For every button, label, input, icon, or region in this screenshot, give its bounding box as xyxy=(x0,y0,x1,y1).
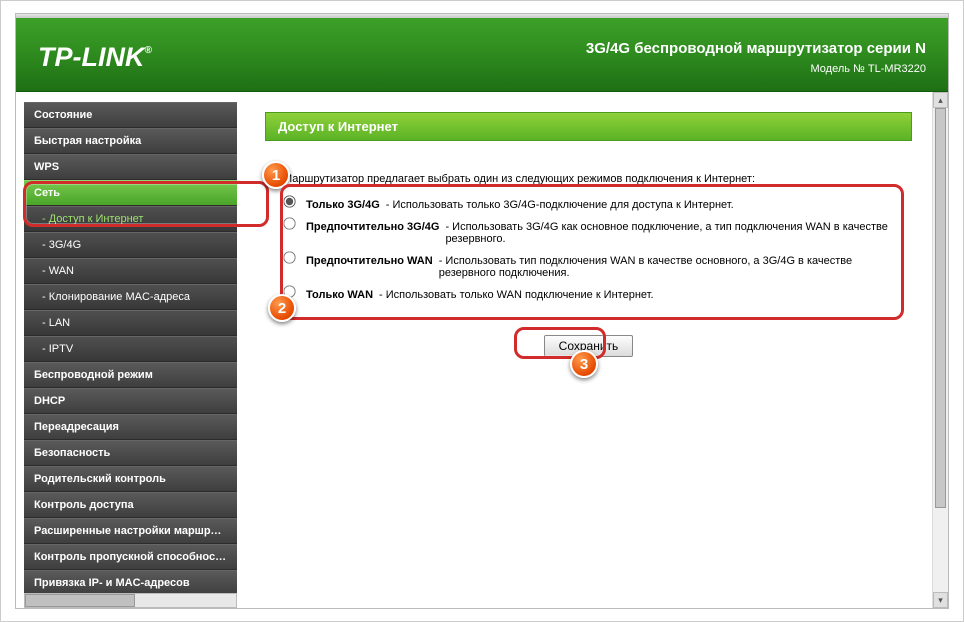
sidebar-item-7[interactable]: - Клонирование MAC-адреса xyxy=(24,284,237,310)
router-admin-window: TP-LINK® 3G/4G беспроводной маршрутизато… xyxy=(15,13,949,609)
content-wrap: Доступ к Интернет Маршрутизатор предлага… xyxy=(241,92,948,608)
options-box: Маршрутизатор предлагает выбрать один из… xyxy=(265,165,912,317)
sidebar-item-11[interactable]: DHCP xyxy=(24,388,237,414)
scroll-down-button[interactable]: ▾ xyxy=(933,592,948,608)
option-radio-2[interactable] xyxy=(283,251,295,263)
sidebar-item-12[interactable]: Переадресация xyxy=(24,414,237,440)
sidebar-item-13[interactable]: Безопасность xyxy=(24,440,237,466)
option-label-0: Только 3G/4G xyxy=(306,199,380,211)
option-desc-0: - Использовать только 3G/4G-подключение … xyxy=(386,199,734,211)
product-title: 3G/4G беспроводной маршрутизатор серии N xyxy=(586,40,926,57)
sidebar-hscroll-thumb[interactable] xyxy=(25,594,135,607)
option-label-2: Предпочтительно WAN xyxy=(306,255,433,267)
brand-logo: TP-LINK® xyxy=(38,42,152,73)
sidebar-item-17[interactable]: Контроль пропускной способности xyxy=(24,544,237,570)
header: TP-LINK® 3G/4G беспроводной маршрутизато… xyxy=(16,14,948,92)
sidebar: СостояниеБыстрая настройкаWPSСеть- Досту… xyxy=(24,102,237,609)
sidebar-wrap: СостояниеБыстрая настройкаWPSСеть- Досту… xyxy=(16,92,241,608)
sidebar-item-8[interactable]: - LAN xyxy=(24,310,237,336)
option-label-3: Только WAN xyxy=(306,289,373,301)
options-intro: Маршрутизатор предлагает выбрать один из… xyxy=(283,173,894,185)
content: Доступ к Интернет Маршрутизатор предлага… xyxy=(241,92,932,608)
options-list: Только 3G/4G - Использовать только 3G/4G… xyxy=(283,195,894,301)
page-title: Доступ к Интернет xyxy=(265,112,912,141)
brand-text: TP-LINK xyxy=(38,42,144,72)
option-label-1: Предпочтительно 3G/4G xyxy=(306,221,439,233)
product-model: Модель № TL-MR3220 xyxy=(586,63,926,75)
sidebar-item-1[interactable]: Быстрая настройка xyxy=(24,128,237,154)
option-desc-1: - Использовать 3G/4G как основное подклю… xyxy=(445,221,894,245)
option-radio-0[interactable] xyxy=(283,195,295,207)
header-right: 3G/4G беспроводной маршрутизатор серии N… xyxy=(586,40,926,75)
sidebar-item-16[interactable]: Расширенные настройки маршрутизации xyxy=(24,518,237,544)
option-row-3[interactable]: Только WAN - Использовать только WAN под… xyxy=(283,285,894,301)
option-desc-2: - Использовать тип подключения WAN в кач… xyxy=(439,255,894,279)
save-button[interactable]: Сохранить xyxy=(544,335,634,357)
option-row-0[interactable]: Только 3G/4G - Использовать только 3G/4G… xyxy=(283,195,894,211)
header-top-strip xyxy=(16,14,948,18)
reg-mark: ® xyxy=(144,45,151,56)
sidebar-item-9[interactable]: - IPTV xyxy=(24,336,237,362)
sidebar-item-2[interactable]: WPS xyxy=(24,154,237,180)
content-vertical-scrollbar[interactable]: ▴ ▾ xyxy=(932,92,948,608)
content-vscroll-thumb[interactable] xyxy=(935,108,946,508)
option-radio-3[interactable] xyxy=(283,285,295,297)
sidebar-item-14[interactable]: Родительский контроль xyxy=(24,466,237,492)
sidebar-item-5[interactable]: - 3G/4G xyxy=(24,232,237,258)
body: СостояниеБыстрая настройкаWPSСеть- Досту… xyxy=(16,92,948,608)
sidebar-item-3[interactable]: Сеть xyxy=(24,180,237,206)
sidebar-horizontal-scrollbar[interactable] xyxy=(24,593,237,608)
option-desc-3: - Использовать только WAN подключение к … xyxy=(379,289,653,301)
option-row-1[interactable]: Предпочтительно 3G/4G - Использовать 3G/… xyxy=(283,217,894,245)
save-row: Сохранить xyxy=(265,335,912,357)
sidebar-item-0[interactable]: Состояние xyxy=(24,102,237,128)
sidebar-item-4[interactable]: - Доступ к Интернет xyxy=(24,206,237,232)
sidebar-item-6[interactable]: - WAN xyxy=(24,258,237,284)
scroll-up-button[interactable]: ▴ xyxy=(933,92,948,108)
sidebar-item-15[interactable]: Контроль доступа xyxy=(24,492,237,518)
option-row-2[interactable]: Предпочтительно WAN - Использовать тип п… xyxy=(283,251,894,279)
sidebar-item-10[interactable]: Беспроводной режим xyxy=(24,362,237,388)
option-radio-1[interactable] xyxy=(283,217,295,229)
